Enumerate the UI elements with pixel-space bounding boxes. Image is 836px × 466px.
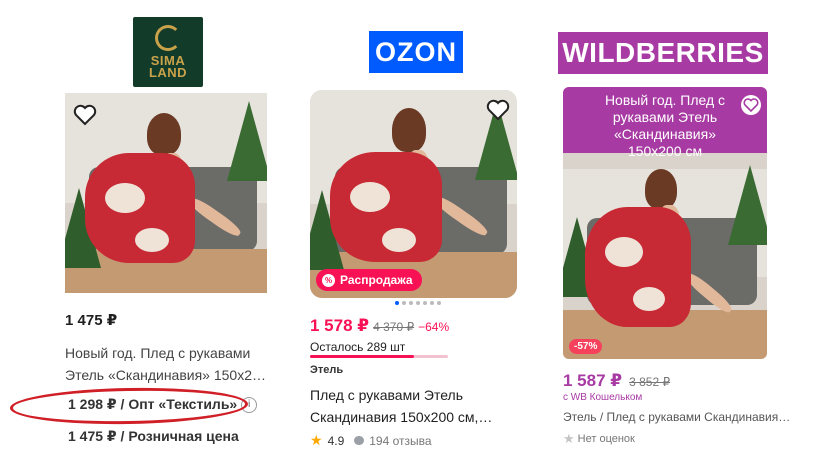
- wb-rating-row: ★ Нет оценок: [563, 431, 635, 447]
- sima-land-swirl-icon: [155, 25, 181, 51]
- wb-title-banner: Новый год. Плед с рукавами Этель «Сканди…: [563, 87, 767, 159]
- wb-product-image[interactable]: Новый год. Плед с рукавами Этель «Сканди…: [563, 87, 767, 359]
- ozon-stock-bar-track: [310, 355, 448, 358]
- ozon-stock-bar-fill: [310, 355, 414, 358]
- comment-icon: [354, 436, 365, 445]
- sima-price: 1 475 ₽: [65, 312, 118, 329]
- ozon-old-price: 4 370 ₽: [373, 320, 415, 334]
- sima-title[interactable]: Новый год. Плед с рукавами Этель «Сканди…: [65, 342, 266, 386]
- wb-old-price: 3 852 ₽: [629, 375, 671, 389]
- ozon-price-row: 1 578 ₽ 4 370 ₽ −64%: [310, 316, 449, 336]
- wb-price-row: 1 587 ₽ 3 852 ₽: [563, 371, 670, 391]
- ozon-rating-row: ★ 4.9 194 отзыва: [310, 432, 432, 449]
- star-icon: ★: [563, 431, 575, 446]
- star-icon: ★: [310, 432, 323, 448]
- ozon-rating: 4.9: [327, 433, 345, 448]
- ozon-title[interactable]: Плед с рукавами Этель Скандинавия 150x20…: [310, 384, 492, 428]
- sima-land-logo-text: SIMA LAND: [148, 53, 188, 80]
- ozon-product-image[interactable]: % Распродажа: [310, 90, 517, 298]
- wb-price: 1 587 ₽: [563, 371, 623, 390]
- highlight-ellipse: [9, 385, 249, 427]
- ozon-favorite-heart-icon[interactable]: [486, 98, 510, 122]
- wildberries-logo: WILDBERRIES: [558, 32, 768, 74]
- sale-percent-icon: %: [322, 273, 335, 287]
- sima-product-image[interactable]: [65, 93, 267, 293]
- ozon-image-carousel-dots[interactable]: [395, 301, 441, 305]
- ozon-price: 1 578 ₽: [310, 316, 370, 335]
- ozon-reviews[interactable]: 194 отзыва: [369, 434, 431, 448]
- wb-title[interactable]: Этель / Плед с рукавами Скандинавия…: [563, 410, 790, 424]
- sima-favorite-heart-icon[interactable]: [73, 103, 97, 127]
- wb-favorite-heart-icon[interactable]: [739, 93, 763, 117]
- sima-retail-price: 1 475 ₽ / Розничная цена: [68, 428, 239, 444]
- ozon-logo: OZON: [369, 31, 463, 73]
- wb-discount-badge: -57%: [569, 339, 603, 354]
- sima-land-logo: SIMA LAND: [133, 17, 203, 87]
- wb-wallet-note: с WB Кошельком: [563, 392, 643, 403]
- ozon-stock-remaining: Осталось 289 шт: [310, 340, 406, 354]
- ozon-brand: Этель: [310, 364, 344, 376]
- ozon-sale-badge: % Распродажа: [316, 269, 422, 291]
- ozon-discount: −64%: [418, 320, 450, 334]
- wb-rating: Нет оценок: [577, 433, 635, 445]
